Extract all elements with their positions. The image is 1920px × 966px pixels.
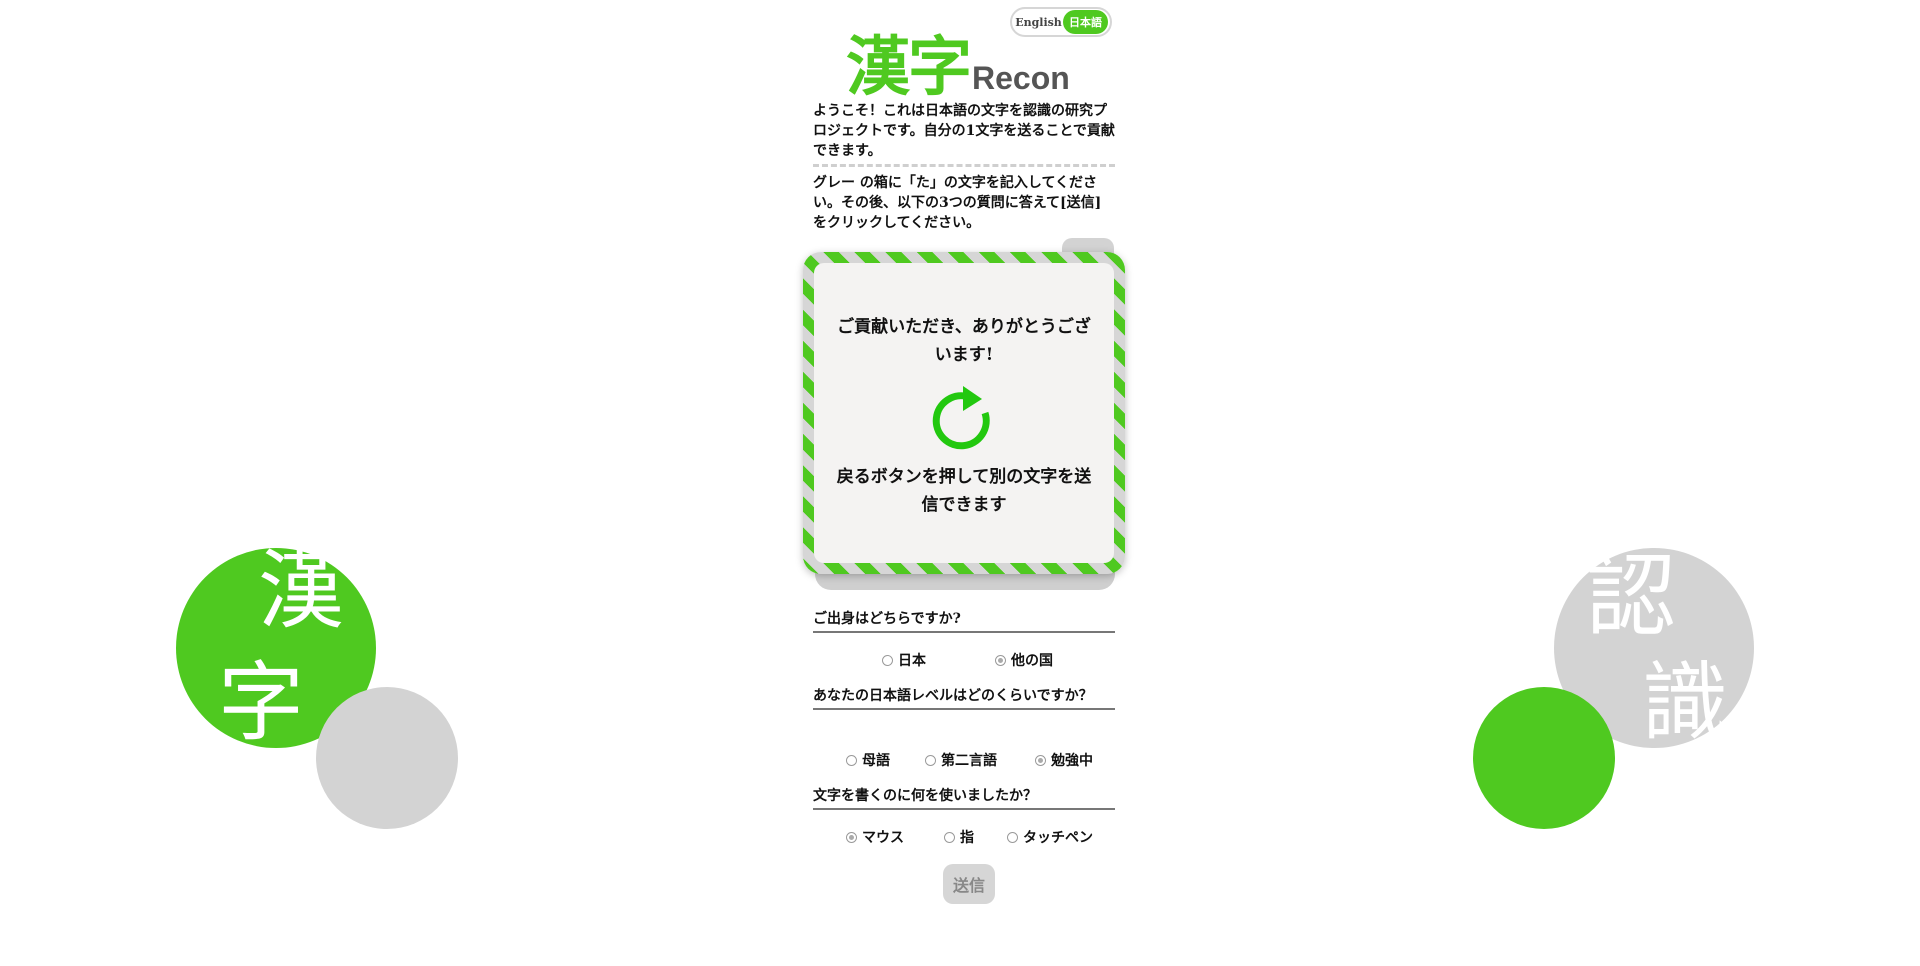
radio-stylus[interactable] <box>1007 831 1018 843</box>
option-studying-label: 勉強中 <box>1051 753 1093 769</box>
instruction-text: グレー の箱に「た」の文字を記入してください。その後、以下の3つの質問に答えて[… <box>813 175 1102 231</box>
decor-char-ji: 字 <box>218 653 304 753</box>
decor-char-nin: 認 <box>1586 544 1676 649</box>
modal-thanks-text: ご貢献いただき、ありがとうございます! <box>837 317 1091 365</box>
option-other-country[interactable]: 他の国 <box>995 650 1053 670</box>
language-toggle[interactable]: English 日本語 <box>1010 7 1112 37</box>
option-second-language[interactable]: 第二言語 <box>925 750 997 770</box>
option-second-language-label: 第二言語 <box>941 753 997 769</box>
question-origin-label: ご出身はどちらですか? <box>813 608 1115 633</box>
option-studying[interactable]: 勉強中 <box>1035 750 1093 770</box>
radio-second-language[interactable] <box>925 754 936 766</box>
intro-text: ようこそ！これは日本語の文字を認識の研究プロジェクトです。自分の1文字を送ること… <box>813 103 1115 159</box>
option-stylus[interactable]: タッチペン <box>1007 827 1093 847</box>
modal-back-hint: 戻るボタンを押して別の文字を送信できます <box>836 467 1092 515</box>
option-japan-label: 日本 <box>898 653 926 669</box>
option-finger-label: 指 <box>960 830 974 846</box>
radio-japan[interactable] <box>882 654 893 666</box>
modal-body: ご貢献いただき、ありがとうございます! 戻るボタンを押して別の文字を送信できます <box>814 263 1114 563</box>
radio-studying[interactable] <box>1035 754 1046 766</box>
logo-recon: Recon <box>972 60 1070 96</box>
option-native-label: 母語 <box>862 753 890 769</box>
decor-char-shiki: 識 <box>1642 653 1728 753</box>
option-other-country-label: 他の国 <box>1011 653 1053 669</box>
decor-circle-green-right <box>1473 687 1615 829</box>
logo-kanji: 漢字 <box>846 31 972 105</box>
question-device-label: 文字を書くのに何を使いましたか？ <box>813 785 1115 810</box>
lang-japanese-option[interactable]: 日本語 <box>1063 10 1108 34</box>
decor-circle-gray-left <box>316 687 458 829</box>
option-mouse[interactable]: マウス <box>846 827 904 847</box>
dashed-divider <box>813 164 1115 167</box>
lang-english-option[interactable]: English <box>1014 16 1063 29</box>
refresh-icon[interactable] <box>929 385 999 455</box>
submit-button[interactable]: 送信 <box>943 864 995 904</box>
decor-char-kan: 漢 <box>258 541 344 641</box>
radio-mouse[interactable] <box>846 831 857 843</box>
option-finger[interactable]: 指 <box>944 827 974 847</box>
option-mouse-label: マウス <box>862 830 904 846</box>
option-stylus-label: タッチペン <box>1023 830 1093 846</box>
thank-you-modal: ご貢献いただき、ありがとうございます! 戻るボタンを押して別の文字を送信できます <box>803 252 1125 574</box>
radio-finger[interactable] <box>944 831 955 843</box>
radio-native[interactable] <box>846 754 857 766</box>
question-level-label: あなたの日本語レベルはどのくらいですか？ <box>813 685 1115 710</box>
option-native[interactable]: 母語 <box>846 750 890 770</box>
option-japan[interactable]: 日本 <box>882 650 926 670</box>
radio-other-country[interactable] <box>995 654 1006 666</box>
